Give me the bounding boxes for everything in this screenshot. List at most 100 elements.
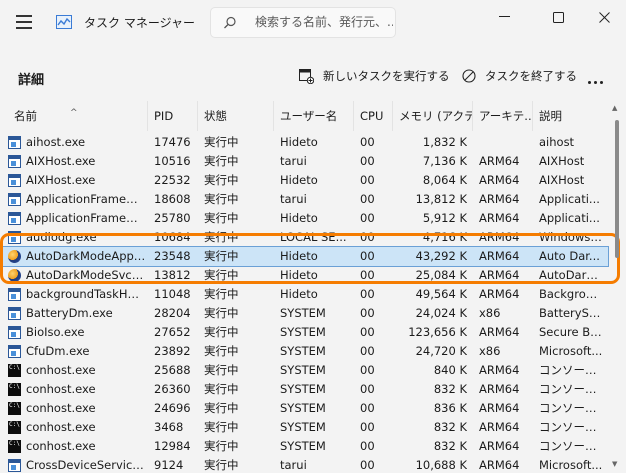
- column-header-status[interactable]: 状態: [198, 101, 274, 131]
- process-cpu: 00: [360, 420, 375, 434]
- hamburger-menu-icon[interactable]: [16, 15, 32, 29]
- process-user: tarui: [280, 154, 307, 168]
- table-row[interactable]: AutoDarkModeSvc.e... 13812 実行中 Hideto 00 25,0…: [0, 266, 608, 285]
- process-pid: 27652: [154, 325, 191, 339]
- end-task-label: タスクを終了する: [485, 69, 577, 83]
- vertical-scrollbar[interactable]: ▲ ▼: [612, 102, 621, 471]
- auto-dark-mode-icon: [8, 250, 21, 263]
- process-user: Hideto: [280, 249, 318, 263]
- process-description: Auto Dar...: [539, 249, 600, 263]
- table-row[interactable]: backgroundTaskHos... 11048 実行中 Hideto 00 49,5…: [0, 285, 608, 304]
- scroll-up-icon[interactable]: ▲: [612, 104, 617, 112]
- process-architecture: ARM64: [479, 439, 520, 453]
- process-cpu: 00: [360, 439, 375, 453]
- process-name: conhost.exe: [26, 439, 96, 453]
- process-description: コンソール ...: [539, 439, 603, 453]
- table-row[interactable]: conhost.exe 3468 実行中 SYSTEM 00 832 K ARM64 コンソー…: [0, 418, 608, 437]
- process-status: 実行中: [204, 135, 239, 149]
- table-row[interactable]: ApplicationFrameHo... 18608 実行中 tarui 00 13,8…: [0, 190, 608, 209]
- table-row[interactable]: ApplicationFrameHo... 25780 実行中 Hideto 00 5,9…: [0, 209, 608, 228]
- window-app-icon: [8, 212, 21, 225]
- table-row[interactable]: BatteryDm.exe 28204 実行中 SYSTEM 00 24,024 K x86…: [0, 304, 608, 323]
- process-memory: 43,292 K: [415, 249, 467, 263]
- scroll-down-icon[interactable]: ▼: [612, 460, 617, 468]
- table-row[interactable]: aihost.exe 17476 実行中 Hideto 00 1,832 K aihost: [0, 133, 608, 152]
- process-user: SYSTEM: [280, 306, 326, 320]
- table-row[interactable]: conhost.exe 26360 実行中 SYSTEM 00 832 K ARM64 コンソ…: [0, 380, 608, 399]
- process-memory: 24,720 K: [415, 344, 467, 358]
- table-row[interactable]: AIXHost.exe 22532 実行中 Hideto 00 8,064 K ARM64 A…: [0, 171, 608, 190]
- process-cpu: 00: [360, 249, 375, 263]
- table-row[interactable]: conhost.exe 25688 実行中 SYSTEM 00 840 K ARM64 コンソ…: [0, 361, 608, 380]
- column-header-memory[interactable]: メモリ (アクティ...: [393, 101, 473, 131]
- process-pid: 26360: [154, 382, 191, 396]
- console-icon: [8, 440, 21, 453]
- process-cpu: 00: [360, 344, 375, 358]
- process-cpu: 00: [360, 135, 375, 149]
- table-row[interactable]: CrossDeviceService.e... 9124 実行中 tarui 00 10,…: [0, 456, 608, 473]
- process-description: コンソール ...: [539, 420, 603, 434]
- process-name: BatteryDm.exe: [26, 306, 113, 320]
- process-memory: 49,564 K: [415, 287, 467, 301]
- window-app-icon: [8, 155, 21, 168]
- more-options-icon[interactable]: [588, 73, 608, 84]
- close-icon: [598, 11, 610, 23]
- column-header-cpu[interactable]: CPU: [354, 101, 393, 131]
- column-header-pid[interactable]: PID: [148, 101, 198, 131]
- process-memory: 8,064 K: [422, 173, 467, 187]
- process-architecture: ARM64: [479, 173, 520, 187]
- process-cpu: 00: [360, 268, 375, 282]
- process-user: LOCAL SE...: [280, 230, 347, 244]
- process-architecture: ARM64: [479, 325, 520, 339]
- maximize-button[interactable]: [540, 6, 576, 28]
- process-name: aihost.exe: [26, 135, 86, 149]
- process-architecture: ARM64: [479, 401, 520, 415]
- process-memory: 832 K: [433, 382, 467, 396]
- close-button[interactable]: [586, 6, 622, 28]
- process-status: 実行中: [204, 230, 239, 244]
- process-architecture: ARM64: [479, 268, 520, 282]
- process-name: BioIso.exe: [26, 325, 85, 339]
- table-row[interactable]: conhost.exe 24696 実行中 SYSTEM 00 836 K ARM64 コンソ…: [0, 399, 608, 418]
- table-row[interactable]: audiodg.exe 10684 実行中 LOCAL SE... 00 4,716 K A…: [0, 228, 608, 247]
- end-task-button[interactable]: タスクを終了する: [462, 65, 577, 87]
- table-row[interactable]: BioIso.exe 27652 実行中 SYSTEM 00 123,656 K ARM64…: [0, 323, 608, 342]
- maximize-icon: [552, 11, 564, 23]
- process-name: AIXHost.exe: [26, 154, 96, 168]
- search-box[interactable]: [210, 7, 396, 38]
- process-name: CrossDeviceService.e...: [26, 458, 146, 472]
- process-status: 実行中: [204, 401, 239, 415]
- process-pid: 24696: [154, 401, 191, 415]
- search-input[interactable]: [255, 13, 393, 31]
- process-user: SYSTEM: [280, 363, 326, 377]
- table-row[interactable]: AutoDarkModeApp.... 23548 実行中 Hideto 00 43,29…: [0, 246, 609, 267]
- process-description: Secure Bi...: [539, 325, 603, 339]
- column-header-name-label: 名前: [14, 109, 37, 123]
- process-cpu: 00: [360, 363, 375, 377]
- process-pid: 25780: [154, 211, 191, 225]
- process-status: 実行中: [204, 154, 239, 168]
- process-name: backgroundTaskHos...: [26, 287, 146, 301]
- column-header-architecture[interactable]: アーキテ...: [473, 101, 533, 131]
- process-architecture: ARM64: [479, 154, 520, 168]
- scrollbar-thumb[interactable]: [615, 120, 619, 258]
- column-header-description[interactable]: 説明: [533, 101, 608, 131]
- process-architecture: x86: [479, 306, 501, 320]
- process-architecture: ARM64: [479, 420, 520, 434]
- process-status: 実行中: [204, 306, 239, 320]
- table-row[interactable]: CfuDm.exe 23892 実行中 SYSTEM 00 24,720 K x86 Micr…: [0, 342, 608, 361]
- column-header-name[interactable]: ^ 名前: [0, 101, 148, 131]
- table-row[interactable]: AIXHost.exe 10516 実行中 tarui 00 7,136 K ARM64 AI…: [0, 152, 608, 171]
- process-description: コンソール ...: [539, 401, 603, 415]
- run-new-task-button[interactable]: 新しいタスクを実行する: [299, 65, 450, 87]
- table-row[interactable]: conhost.exe 12984 実行中 SYSTEM 00 832 K ARM64 コンソ…: [0, 437, 608, 456]
- process-user: SYSTEM: [280, 344, 326, 358]
- process-description: Applicati...: [539, 192, 600, 206]
- column-header-user[interactable]: ユーザー名: [274, 101, 354, 131]
- process-name: AutoDarkModeSvc.e...: [26, 268, 146, 282]
- minimize-button[interactable]: [486, 6, 522, 28]
- process-user: Hideto: [280, 268, 318, 282]
- process-pid: 10516: [154, 154, 191, 168]
- run-task-icon: [299, 68, 314, 84]
- search-icon: [224, 16, 236, 29]
